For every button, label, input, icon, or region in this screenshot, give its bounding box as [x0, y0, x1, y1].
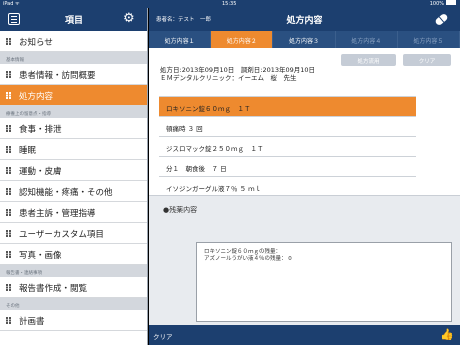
remaining-medication-textarea[interactable]: ロキソニン錠６０ｍｇの残量： アズノールうがい液４％の残量： 0 [196, 242, 452, 322]
medication-row[interactable]: イソジンガーグル液７％ ５ ｍｌ [159, 177, 416, 196]
sidebar-header: 項目 ⚙ [0, 8, 147, 31]
tab-prescription-4: 処方内容４ [335, 31, 398, 48]
tab-prescription-2[interactable]: 処方内容２ [211, 31, 274, 48]
sidebar-item-label: お知らせ [19, 38, 53, 48]
drag-handle-icon[interactable] [6, 71, 11, 78]
medication-row[interactable]: ジスロマック錠２５０ｍｇ １Ｔ [159, 137, 416, 157]
page-title: 処方内容 [286, 16, 323, 26]
clear-prescription-button[interactable]: クリア [403, 54, 451, 66]
sidebar: 項目 ⚙ お知らせ基本情報患者情報・訪問概要 処方内容療養上の留意点・指導食事・排… [0, 8, 148, 345]
drag-handle-icon[interactable] [6, 284, 11, 291]
sidebar-item-label: 睡眠 [19, 146, 37, 156]
medication-list[interactable]: ロキソニン錠６０ｍｇ １Ｔ 頓痛時 ３ 回ジスロマック錠２５０ｍｇ １Ｔ 分１ 朝食… [159, 96, 416, 196]
sidebar-section-header: 報告書・連絡事項 [0, 265, 147, 277]
medication-row[interactable]: 頓痛時 ３ 回 [159, 117, 416, 137]
sidebar-item-label: ユーザーカスタム項目 [19, 230, 104, 240]
sidebar-item[interactable]: 運動・皮膚 [0, 160, 147, 181]
sidebar-item[interactable]: 処方内容 [0, 85, 147, 106]
medication-row[interactable]: 分１ 朝食後 ７ 日 [159, 157, 416, 177]
main-header: 患者名：テスト 一郎 処方内容 [149, 8, 460, 31]
sidebar-item[interactable]: 認知機能・疼痛・その他 [0, 181, 147, 202]
sidebar-item-label: 報告書作成・閲覧 [19, 284, 88, 294]
sidebar-item[interactable]: 食事・排泄 [0, 118, 147, 139]
carrier-label: iPad ᯤ [3, 1, 20, 7]
sidebar-item[interactable]: 患者情報・訪問概要 [0, 64, 147, 85]
sidebar-item-label: 処方内容 [19, 92, 54, 102]
medication-row[interactable]: ロキソニン錠６０ｍｇ １Ｔ [159, 97, 416, 117]
battery-percent: 100% [429, 1, 444, 7]
sidebar-item[interactable]: お知らせ [0, 31, 147, 52]
prescription-dates: 処方日:2013年09月10日 調剤日:2013年09月10日 [160, 66, 316, 74]
remaining-medication-label: ●残薬内容 [163, 206, 198, 214]
sidebar-item-label: 計画書 [19, 317, 45, 327]
sidebar-item[interactable]: ユーザーカスタム項目 [0, 223, 147, 244]
reuse-prescription-button[interactable]: 処方流用 [341, 54, 396, 66]
drag-handle-icon[interactable] [6, 317, 11, 324]
thumbs-up-icon[interactable]: 👍 [440, 329, 454, 340]
clock: 15:35 [222, 1, 237, 7]
sidebar-item[interactable]: 報告書作成・閲覧 [0, 277, 147, 298]
remaining-medication-text: ロキソニン錠６０ｍｇの残量： アズノールうがい液４％の残量： 0 [204, 249, 292, 262]
sidebar-item-label: 認知機能・疼痛・その他 [19, 188, 113, 198]
footer-clear-button[interactable]: クリア [153, 331, 173, 341]
tab-prescription-5: 処方内容５ [397, 31, 460, 48]
drag-handle-icon[interactable] [6, 38, 11, 45]
drag-handle-icon[interactable] [6, 125, 11, 132]
drag-handle-icon[interactable] [6, 167, 11, 174]
prescription-content: 処方流用 クリア 処方日:2013年09月10日 調剤日:2013年09月10日… [149, 48, 460, 196]
sidebar-section-header: その他 [0, 298, 147, 310]
drag-handle-icon[interactable] [6, 209, 11, 216]
drag-handle-icon[interactable] [6, 188, 11, 195]
sidebar-item-label: 運動・皮膚 [19, 167, 62, 177]
sidebar-section-header: 基本情報 [0, 52, 147, 64]
footer-toolbar: クリア 👍 [149, 325, 460, 345]
sidebar-item[interactable]: 睡眠 [0, 139, 147, 160]
main-panel: 患者名：テスト 一郎 処方内容 処方内容１ 処方内容２ 処方内容３ 処方内容４ 処方内容… [149, 8, 460, 345]
tab-prescription-1[interactable]: 処方内容１ [149, 31, 212, 48]
prescriber-clinic: ＥＭデンタルクリニック：イーエム 桜 先生 [160, 74, 297, 82]
sidebar-item[interactable]: 計画書 [0, 310, 147, 331]
drag-handle-icon[interactable] [6, 92, 11, 99]
sidebar-item[interactable]: 写真・画像 [0, 244, 147, 265]
sidebar-item[interactable]: 患者主訴・管理指導 [0, 202, 147, 223]
sidebar-item-label: 写真・画像 [19, 251, 62, 261]
battery-indicator: 100% [429, 0, 456, 7]
tab-prescription-3[interactable]: 処方内容３ [273, 31, 336, 48]
drag-handle-icon[interactable] [6, 146, 11, 153]
sidebar-item-label: 患者情報・訪問概要 [19, 71, 96, 81]
sidebar-item-label: 患者主訴・管理指導 [19, 209, 96, 219]
prescription-info: 処方日:2013年09月10日 調剤日:2013年09月10日 ＥＭデンタルクリ… [160, 66, 315, 82]
gear-icon[interactable]: ⚙ [123, 12, 136, 25]
sidebar-list: お知らせ基本情報患者情報・訪問概要 処方内容療養上の留意点・指導食事・排泄睡眠運動… [0, 31, 147, 331]
sidebar-item-label: 食事・排泄 [19, 125, 62, 135]
prescription-tabs: 処方内容１ 処方内容２ 処方内容３ 処方内容４ 処方内容５ [149, 31, 460, 48]
drag-handle-icon[interactable] [6, 251, 11, 258]
remaining-medication-section: ●残薬内容 ロキソニン錠６０ｍｇの残量： アズノールうがい液４％の残量： 0 [149, 195, 460, 325]
status-bar: iPad ᯤ 15:35 100% [0, 0, 460, 8]
battery-icon [446, 0, 456, 5]
drag-handle-icon[interactable] [6, 230, 11, 237]
sidebar-section-header: 療養上の留意点・指導 [0, 106, 147, 118]
